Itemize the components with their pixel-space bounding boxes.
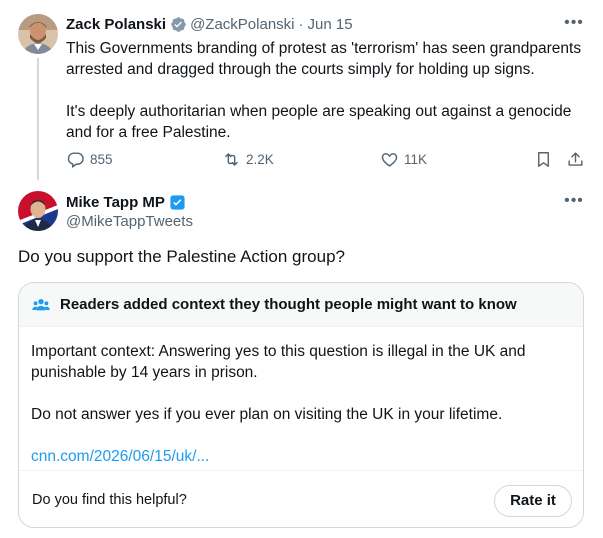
repost-count: 2.2K [246,151,274,167]
tweet-paragraph: It's deeply authoritarian when people ar… [66,103,572,141]
avatar[interactable] [18,14,58,54]
people-icon [32,298,50,310]
author-name[interactable]: Zack Polanski [66,16,166,33]
share-icon [568,151,583,166]
rate-it-button[interactable]: Rate it [494,485,572,517]
author-handle[interactable]: @MikeTappTweets [66,213,193,230]
verified-grey-badge-icon[interactable] [170,16,187,33]
bookmark-icon [538,151,549,167]
community-note-header: Readers added context they thought peopl… [19,283,583,327]
tweet-text: Do you support the Palestine Action grou… [18,247,345,266]
share-button[interactable] [566,148,585,170]
more-options-icon[interactable]: ••• [564,192,584,212]
repost-button[interactable]: 2.2K [222,148,274,170]
reply-count: 855 [90,151,113,167]
tweet-actions: 855 2.2K 11K [66,148,586,170]
like-button[interactable]: 11K [380,148,427,170]
author-name[interactable]: Mike Tapp MP [66,194,165,211]
heart-icon [381,152,398,167]
verified-blue-badge-icon[interactable] [169,194,186,211]
tweet-paragraph: This Governments branding of protest as … [66,40,582,78]
reply-tweet-header: Mike Tapp MP [66,192,186,212]
helpful-question: Do you find this helpful? [32,491,187,508]
note-paragraph: Important context: Answering yes to this… [31,343,526,381]
thread-connector-line [37,58,39,180]
tweet-header: Zack Polanski @ZackPolanski · Jun 15 [66,14,353,34]
bookmark-button[interactable] [534,148,553,170]
avatar[interactable] [18,191,58,231]
tweet-date[interactable]: Jun 15 [308,16,353,33]
tweet-text: This Governments branding of protest as … [66,38,586,143]
community-note-title: Readers added context they thought peopl… [60,296,517,313]
more-options-icon[interactable]: ••• [564,14,584,34]
community-note: Readers added context they thought peopl… [18,282,584,528]
community-note-body: Important context: Answering yes to this… [19,327,583,471]
source-link[interactable]: cnn.com/2026/06/15/uk/... [31,446,209,467]
reply-icon [67,151,84,168]
parent-tweet[interactable]: Zack Polanski @ZackPolanski · Jun 15 •••… [0,0,603,183]
author-handle[interactable]: @ZackPolanski [190,16,294,33]
community-note-footer: Do you find this helpful? Rate it [19,470,583,527]
like-count: 11K [404,151,428,167]
note-paragraph: Do not answer yes if you ever plan on vi… [31,406,503,423]
reply-button[interactable]: 855 [66,148,113,170]
repost-icon [225,152,238,166]
separator-dot: · [298,15,304,33]
